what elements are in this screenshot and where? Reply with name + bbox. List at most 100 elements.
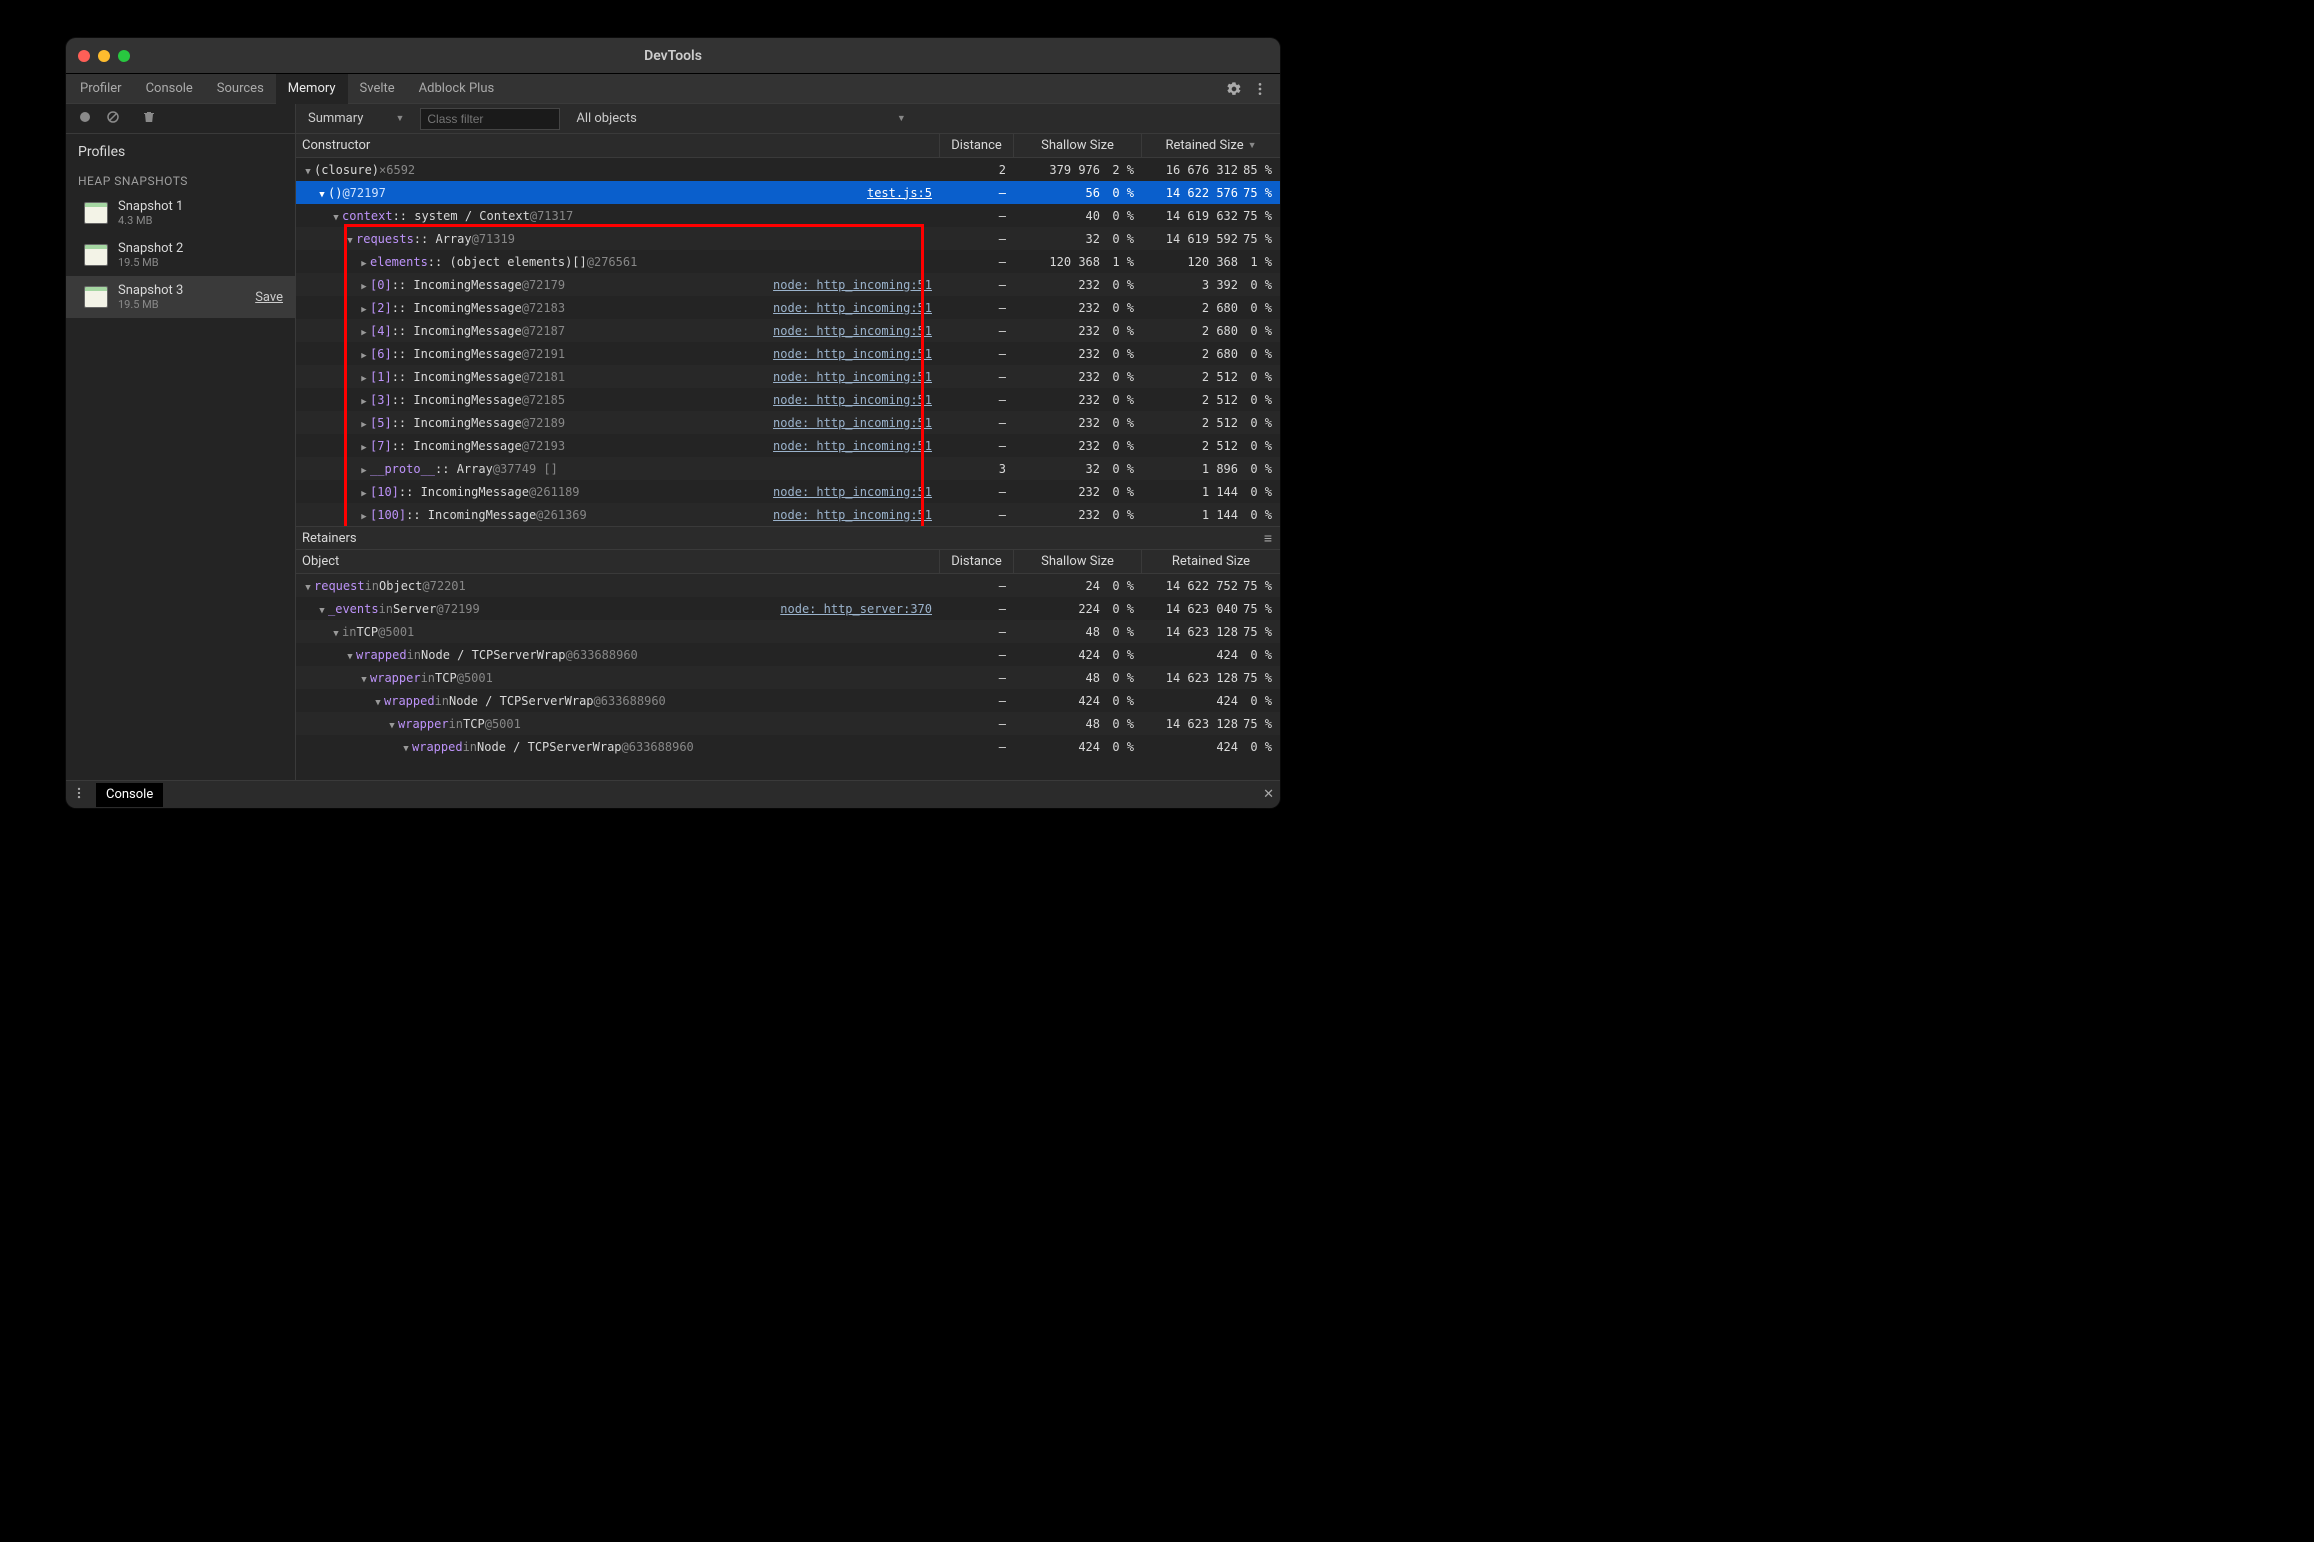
disclosure-down-icon[interactable]	[302, 579, 314, 593]
constructor-row[interactable]: [7] :: IncomingMessage @72193node: http_…	[296, 434, 1280, 457]
constructor-row[interactable]: [1] :: IncomingMessage @72181node: http_…	[296, 365, 1280, 388]
source-link[interactable]: node: http_incoming:51	[773, 416, 932, 430]
constructor-rows[interactable]: (closure)×65922379 9762 %16 676 31285 % …	[296, 158, 1280, 526]
disclosure-right-icon[interactable]	[358, 508, 370, 522]
constructor-row[interactable]: __proto__ :: Array @37749 []3320 %1 8960…	[296, 457, 1280, 480]
disclosure-right-icon[interactable]	[358, 347, 370, 361]
disclosure-right-icon[interactable]	[358, 301, 370, 315]
tab-memory[interactable]: Memory	[276, 74, 348, 104]
tab-console[interactable]: Console	[134, 74, 205, 104]
tab-svelte[interactable]: Svelte	[348, 74, 407, 104]
disclosure-down-icon[interactable]	[316, 602, 328, 616]
console-tab[interactable]: Console	[96, 783, 163, 807]
disclosure-right-icon[interactable]	[358, 439, 370, 453]
disclosure-right-icon[interactable]	[358, 485, 370, 499]
col-distance-r[interactable]: Distance	[940, 550, 1014, 573]
disclosure-right-icon[interactable]	[358, 255, 370, 269]
hamburger-icon[interactable]: ≡	[1264, 530, 1272, 547]
tab-profiler[interactable]: Profiler	[68, 74, 134, 104]
trash-icon[interactable]	[142, 110, 156, 128]
constructor-row[interactable]: ()@72197test.js:5–560 %14 622 57675 %	[296, 181, 1280, 204]
close-drawer-icon[interactable]: ✕	[1263, 787, 1274, 802]
source-link[interactable]: node: http_incoming:51	[773, 485, 932, 499]
retainer-row[interactable]: wrapper in TCP @5001–480 %14 623 12875 %	[296, 712, 1280, 735]
source-link[interactable]: node: http_incoming:51	[773, 301, 932, 315]
object-name: Node / TCPServerWrap	[449, 694, 594, 708]
retainer-row[interactable]: wrapped in Node / TCPServerWrap @6336889…	[296, 689, 1280, 712]
retainer-row[interactable]: request in Object @72201–240 %14 622 752…	[296, 574, 1280, 597]
col-retained[interactable]: Retained Size▼	[1142, 134, 1280, 157]
retainer-row[interactable]: wrapped in Node / TCPServerWrap @6336889…	[296, 643, 1280, 666]
retained-size-pct: 0 %	[1240, 485, 1280, 499]
source-link[interactable]: node: http_server:370	[780, 602, 932, 616]
constructor-row[interactable]: [2] :: IncomingMessage @72183node: http_…	[296, 296, 1280, 319]
source-link[interactable]: node: http_incoming:51	[773, 393, 932, 407]
retainer-rows[interactable]: request in Object @72201–240 %14 622 752…	[296, 574, 1280, 780]
col-distance[interactable]: Distance	[940, 134, 1014, 157]
constructor-row[interactable]: [6] :: IncomingMessage @72191node: http_…	[296, 342, 1280, 365]
snapshot-2[interactable]: Snapshot 2 19.5 MB	[66, 234, 295, 276]
retainer-row[interactable]: _events in Server @72199node: http_serve…	[296, 597, 1280, 620]
retainer-row[interactable]: wrapped in Node / TCPServerWrap @6336889…	[296, 735, 1280, 758]
source-link[interactable]: node: http_incoming:51	[773, 508, 932, 522]
summary-dropdown[interactable]: Summary	[302, 107, 410, 131]
gear-icon[interactable]	[1226, 81, 1242, 97]
source-link[interactable]: node: http_incoming:51	[773, 278, 932, 292]
constructor-row[interactable]: [100] :: IncomingMessage @261369node: ht…	[296, 503, 1280, 526]
disclosure-right-icon[interactable]	[358, 324, 370, 338]
source-link[interactable]: node: http_incoming:51	[773, 347, 932, 361]
bottom-kebab-icon[interactable]	[72, 786, 86, 804]
constructor-row[interactable]: context :: system / Context @71317–400 %…	[296, 204, 1280, 227]
disclosure-down-icon[interactable]	[330, 209, 342, 223]
kebab-icon[interactable]	[1252, 81, 1268, 97]
disclosure-right-icon[interactable]	[358, 462, 370, 476]
disclosure-down-icon[interactable]	[400, 740, 412, 754]
maximize-icon[interactable]	[118, 50, 130, 62]
snapshot-1[interactable]: Snapshot 1 4.3 MB	[66, 192, 295, 234]
retainers-title-bar[interactable]: Retainers ≡	[296, 526, 1280, 550]
constructor-row[interactable]: [10] :: IncomingMessage @261189node: htt…	[296, 480, 1280, 503]
minimize-icon[interactable]	[98, 50, 110, 62]
disclosure-down-icon[interactable]	[344, 232, 356, 246]
disclosure-right-icon[interactable]	[358, 416, 370, 430]
col-shallow-r[interactable]: Shallow Size	[1014, 550, 1142, 573]
clear-icon[interactable]	[106, 110, 120, 128]
constructor-row[interactable]: requests :: Array @71319–320 %14 619 592…	[296, 227, 1280, 250]
retainer-row[interactable]: wrapper in TCP @5001–480 %14 623 12875 %	[296, 666, 1280, 689]
all-objects-dropdown[interactable]: All objects	[570, 107, 911, 131]
disclosure-right-icon[interactable]	[358, 370, 370, 384]
constructor-row[interactable]: (closure)×65922379 9762 %16 676 31285 %	[296, 158, 1280, 181]
disclosure-down-icon[interactable]	[302, 163, 314, 177]
source-link[interactable]: node: http_incoming:51	[773, 324, 932, 338]
constructor-row[interactable]: [0] :: IncomingMessage @72179node: http_…	[296, 273, 1280, 296]
tab-sources[interactable]: Sources	[205, 74, 276, 104]
snapshot-save-link[interactable]: Save	[255, 290, 283, 305]
record-icon[interactable]	[78, 110, 92, 128]
source-link[interactable]: node: http_incoming:51	[773, 370, 932, 384]
constructor-row[interactable]: [4] :: IncomingMessage @72187node: http_…	[296, 319, 1280, 342]
shallow-size-pct: 0 %	[1102, 671, 1142, 685]
col-constructor[interactable]: Constructor	[296, 134, 940, 157]
tab-adblock-plus[interactable]: Adblock Plus	[407, 74, 507, 104]
disclosure-down-icon[interactable]	[372, 694, 384, 708]
disclosure-right-icon[interactable]	[358, 393, 370, 407]
disclosure-down-icon[interactable]	[330, 625, 342, 639]
col-shallow[interactable]: Shallow Size	[1014, 134, 1142, 157]
retainer-row[interactable]: in TCP @5001–480 %14 623 12875 %	[296, 620, 1280, 643]
constructor-row[interactable]: [5] :: IncomingMessage @72189node: http_…	[296, 411, 1280, 434]
disclosure-right-icon[interactable]	[358, 278, 370, 292]
source-link[interactable]: node: http_incoming:51	[773, 439, 932, 453]
snapshot-3[interactable]: Snapshot 3 19.5 MB Save	[66, 276, 295, 318]
col-object[interactable]: Object	[296, 550, 940, 573]
disclosure-down-icon[interactable]	[344, 648, 356, 662]
disclosure-down-icon[interactable]	[386, 717, 398, 731]
close-icon[interactable]	[78, 50, 90, 62]
class-filter-input[interactable]	[420, 108, 560, 130]
constructor-row[interactable]: elements :: (object elements)[] @276561–…	[296, 250, 1280, 273]
constructor-row[interactable]: [3] :: IncomingMessage @72185node: http_…	[296, 388, 1280, 411]
disclosure-down-icon[interactable]	[358, 671, 370, 685]
disclosure-down-icon[interactable]	[316, 186, 328, 200]
col-retained-r[interactable]: Retained Size	[1142, 550, 1280, 573]
retained-size-pct: 0 %	[1240, 278, 1280, 292]
source-link[interactable]: test.js:5	[867, 186, 932, 200]
